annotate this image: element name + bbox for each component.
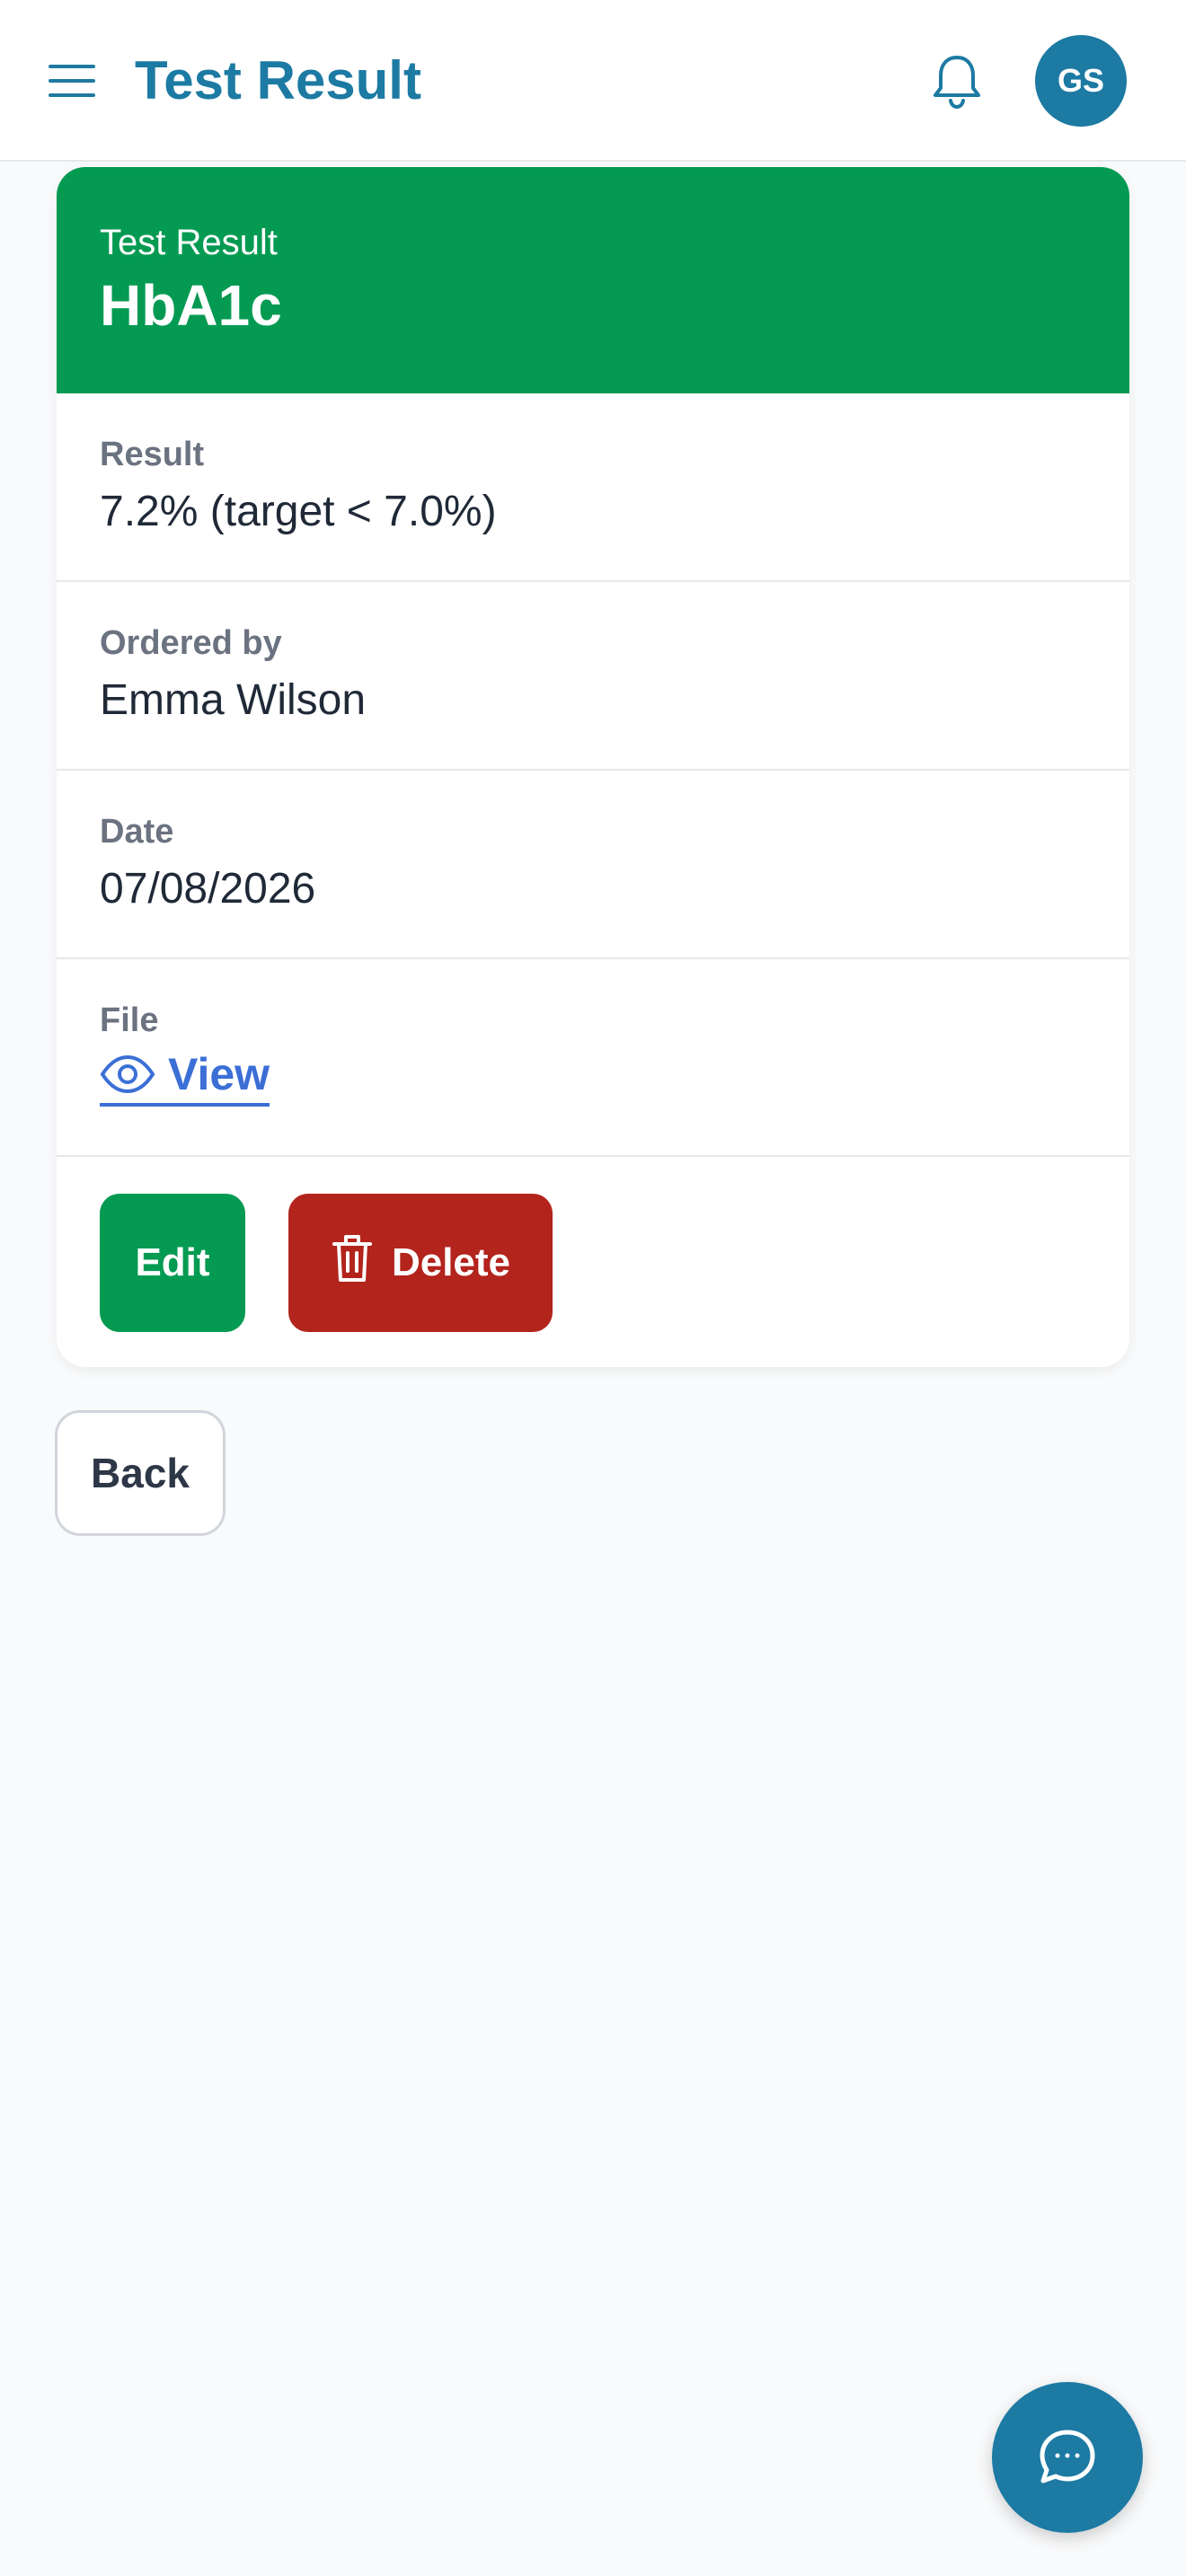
avatar[interactable]: GS [1035, 35, 1127, 127]
bell-icon[interactable] [929, 52, 985, 110]
trash-icon [332, 1235, 372, 1282]
back-button[interactable]: Back [55, 1410, 226, 1536]
result-label: Result [100, 436, 205, 473]
edit-button[interactable]: Edit [100, 1194, 245, 1332]
result-value: 7.2% (target < 7.0%) [100, 488, 497, 535]
file-field: File View [57, 959, 1129, 1157]
view-file-link[interactable]: View [100, 1049, 270, 1107]
delete-button-label: Delete [391, 1240, 511, 1284]
date-field: Date 07/08/2026 [57, 771, 1129, 959]
card-header: Test Result HbA1c [57, 167, 1129, 393]
delete-button[interactable]: Delete [288, 1194, 553, 1332]
card-eyebrow: Test Result [100, 223, 278, 262]
test-name: HbA1c [100, 273, 282, 338]
ordered-by-value: Emma Wilson [100, 676, 367, 724]
ordered-by-field: Ordered by Emma Wilson [57, 582, 1129, 771]
file-label: File [100, 1001, 159, 1039]
view-link-label: View [168, 1049, 270, 1099]
date-label: Date [100, 813, 174, 851]
menu-icon[interactable] [49, 59, 95, 102]
date-value: 07/08/2026 [100, 865, 316, 913]
chat-button[interactable] [992, 2382, 1143, 2533]
ordered-by-label: Ordered by [100, 624, 282, 662]
result-field: Result 7.2% (target < 7.0%) [57, 393, 1129, 582]
chat-bubble-icon [1040, 2430, 1095, 2483]
top-app-bar: Test Result GS [0, 0, 1186, 162]
page-title: Test Result [135, 50, 421, 110]
test-result-card: Test Result HbA1c Result 7.2% (target < … [57, 167, 1129, 1367]
eye-icon [100, 1054, 155, 1094]
